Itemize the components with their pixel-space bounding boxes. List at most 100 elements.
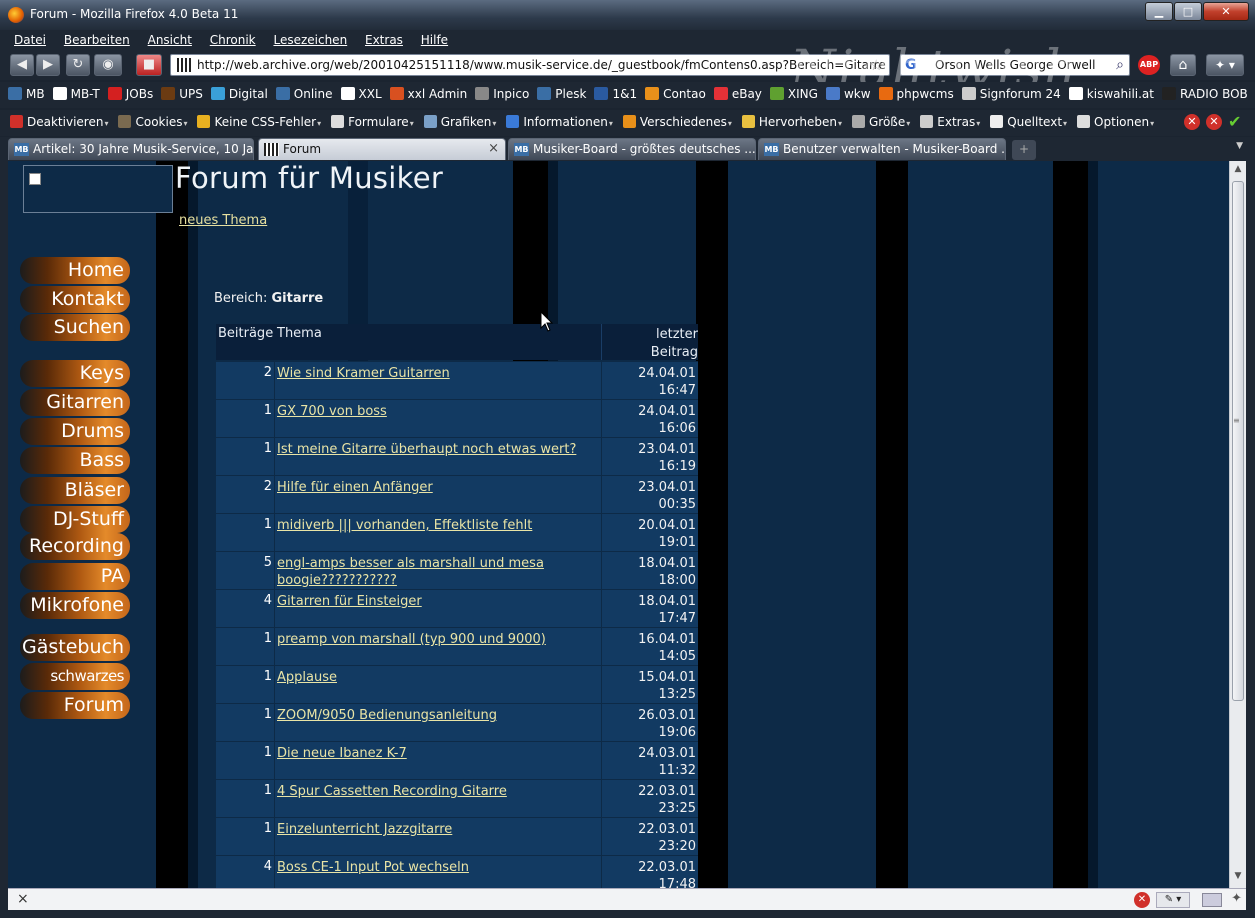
nav-item-recording[interactable]: Recording [20, 533, 130, 560]
tab-forum[interactable]: Forum × [258, 138, 506, 160]
maximize-button[interactable]: □ [1174, 2, 1202, 21]
tab-list-icon[interactable]: ▼ [1236, 141, 1243, 151]
status-error-icon[interactable]: ✕ [1134, 892, 1150, 908]
bookmark-item[interactable]: XXL [340, 87, 382, 101]
validation-check-icon[interactable]: ✔ [1228, 112, 1241, 131]
bookmark-item[interactable]: RADIO BOB [1161, 87, 1248, 101]
menu-bearbeiten[interactable]: Bearbeiten [64, 30, 130, 47]
dev-toolbar-menu[interactable]: Grafiken▾ [423, 115, 496, 129]
topic-link[interactable]: Wie sind Kramer Guitarren [277, 365, 597, 382]
nav-item-schwarzes-brett[interactable]: schwarzes Brett [20, 663, 130, 712]
dev-toolbar-menu[interactable]: Keine CSS-Fehler▾ [197, 115, 321, 129]
nav-item-forum[interactable]: Forum [20, 692, 130, 719]
topic-link[interactable]: Boss CE-1 Input Pot wechseln [277, 859, 597, 876]
forward-button[interactable]: ▶ [36, 54, 60, 76]
minimize-button[interactable]: ▁ [1145, 2, 1173, 21]
nav-item-bass[interactable]: Bass [20, 447, 130, 474]
bookmark-item[interactable]: Online [275, 87, 333, 101]
nav-item-suchen[interactable]: Suchen [20, 314, 130, 341]
nav-item-kontakt[interactable]: Kontakt [20, 286, 130, 313]
bookmark-item[interactable]: Inpico [475, 87, 529, 101]
adblock-icon[interactable]: ABP [1138, 55, 1160, 75]
bookmark-item[interactable]: JOBs [107, 87, 153, 101]
scroll-down-icon[interactable]: ▼ [1232, 871, 1244, 885]
new-tab-button[interactable]: + [1012, 140, 1036, 160]
tab-musiker-board[interactable]: MB Musiker-Board - größtes deutsches ... [508, 138, 756, 160]
topic-link[interactable]: engl-amps besser als marshall und mesa b… [277, 555, 597, 589]
addons-button[interactable]: ✦ ▾ [1206, 54, 1244, 76]
dev-toolbar-menu[interactable]: Quelltext▾ [990, 115, 1067, 129]
bookmark-item[interactable]: Signforum 24 [961, 87, 1061, 101]
bookmark-item[interactable]: MB-T [52, 87, 100, 101]
topic-link[interactable]: 4 Spur Cassetten Recording Gitarre [277, 783, 597, 800]
bookmark-item[interactable]: MB [8, 87, 45, 101]
dev-toolbar-menu[interactable]: Hervorheben▾ [741, 115, 842, 129]
dev-toolbar-menu[interactable]: Informationen▾ [506, 115, 613, 129]
status-extension-icon[interactable]: ✦ [1231, 891, 1242, 906]
menu-ansicht[interactable]: Ansicht [148, 30, 192, 47]
bookmark-item[interactable]: xxl Admin [389, 87, 467, 101]
vertical-scrollbar[interactable]: ▲ ≡ ▼ [1229, 161, 1246, 888]
nav-item-bläser[interactable]: Bläser [20, 477, 130, 504]
nav-item-dj-stuff[interactable]: DJ-Stuff [20, 506, 130, 533]
site-logo-placeholder[interactable] [23, 165, 173, 213]
status-tool-icon[interactable]: ✎ ▾ [1156, 892, 1190, 908]
topic-link[interactable]: Ist meine Gitarre überhaupt noch etwas w… [277, 441, 597, 458]
dev-toolbar-menu[interactable]: Extras▾ [920, 115, 980, 129]
dev-toolbar-menu[interactable]: Formulare▾ [331, 115, 414, 129]
dev-toolbar-menu[interactable]: Optionen▾ [1077, 115, 1154, 129]
reload-button[interactable]: ↻ [66, 54, 90, 76]
scroll-up-icon[interactable]: ▲ [1232, 164, 1244, 178]
bookmark-item[interactable]: wkw [825, 87, 871, 101]
close-button[interactable]: ✕ [1203, 2, 1249, 21]
menu-extras[interactable]: Extras [365, 30, 403, 47]
tab-artikel[interactable]: MB Artikel: 30 Jahre Musik-Service, 10 J… [8, 138, 254, 160]
status-keyboard-icon[interactable] [1202, 893, 1222, 907]
bookmark-item[interactable]: XING [769, 87, 818, 101]
tab-close-icon[interactable]: × [488, 139, 499, 159]
dev-toolbar-menu[interactable]: Größe▾ [852, 115, 910, 129]
dev-toolbar-menu[interactable]: Deaktivieren▾ [10, 115, 108, 129]
nav-item-drums[interactable]: Drums [20, 418, 130, 445]
nav-item-gästebuch[interactable]: Gästebuch [20, 634, 130, 661]
css-error-icon[interactable]: ✕ [1206, 114, 1222, 130]
topic-link[interactable]: ZOOM/9050 Bedienungsanleitung [277, 707, 597, 724]
back-button[interactable]: ◀ [10, 54, 34, 76]
bookmark-item[interactable]: Plesk [537, 87, 586, 101]
nav-item-pa[interactable]: PA [20, 563, 130, 590]
dev-toolbar-menu[interactable]: Cookies▾ [118, 115, 187, 129]
search-icon[interactable]: ⌕ [1116, 55, 1124, 75]
status-close-icon[interactable]: × [17, 891, 29, 907]
menu-datei[interactable]: Datei [14, 30, 46, 47]
bookmark-item[interactable]: Contao [645, 87, 706, 101]
topic-link[interactable]: Einzelunterricht Jazzgitarre [277, 821, 597, 838]
topic-link[interactable]: Applause [277, 669, 597, 686]
bookmark-manager-button[interactable]: ◉ [94, 54, 122, 76]
topic-link[interactable]: GX 700 von boss [277, 403, 597, 420]
bookmark-star-icon[interactable]: ☆ [870, 55, 883, 75]
topic-link[interactable]: Die neue Ibanez K-7 [277, 745, 597, 762]
topic-link[interactable]: Gitarren für Einsteiger [277, 593, 597, 610]
nav-item-gitarren[interactable]: Gitarren [20, 389, 130, 416]
dev-toolbar-menu[interactable]: Verschiedenes▾ [622, 115, 732, 129]
url-bar[interactable]: http://web.archive.org/web/2001042515111… [170, 54, 890, 76]
bookmark-item[interactable]: phpwcms [878, 87, 954, 101]
scrollbar-thumb[interactable] [1232, 181, 1244, 701]
nav-item-keys[interactable]: Keys [20, 360, 130, 387]
topic-link[interactable]: Hilfe für einen Anfänger [277, 479, 597, 496]
home-button[interactable]: ⌂ [1170, 54, 1196, 76]
bookmark-item[interactable]: 1&1 [594, 87, 637, 101]
menu-chronik[interactable]: Chronik [210, 30, 256, 47]
nav-item-mikrofone[interactable]: Mikrofone [20, 592, 130, 619]
nav-item-home[interactable]: Home [20, 257, 130, 284]
bookmark-item[interactable]: Digital [210, 87, 268, 101]
menu-hilfe[interactable]: Hilfe [421, 30, 448, 47]
topic-link[interactable]: preamp von marshall (typ 900 und 9000) [277, 631, 597, 648]
tab-benutzer-verwalten[interactable]: MB Benutzer verwalten - Musiker-Board ..… [758, 138, 1006, 160]
new-thread-link[interactable]: neues Thema [179, 213, 267, 228]
search-input[interactable]: G Orson Wells George Orwell ⌕ [900, 54, 1130, 76]
stop-button[interactable]: ■ [136, 54, 162, 76]
bookmark-item[interactable]: UPS [161, 87, 203, 101]
error-icon[interactable]: ✕ [1184, 114, 1200, 130]
bookmark-item[interactable]: eBay [713, 87, 762, 101]
